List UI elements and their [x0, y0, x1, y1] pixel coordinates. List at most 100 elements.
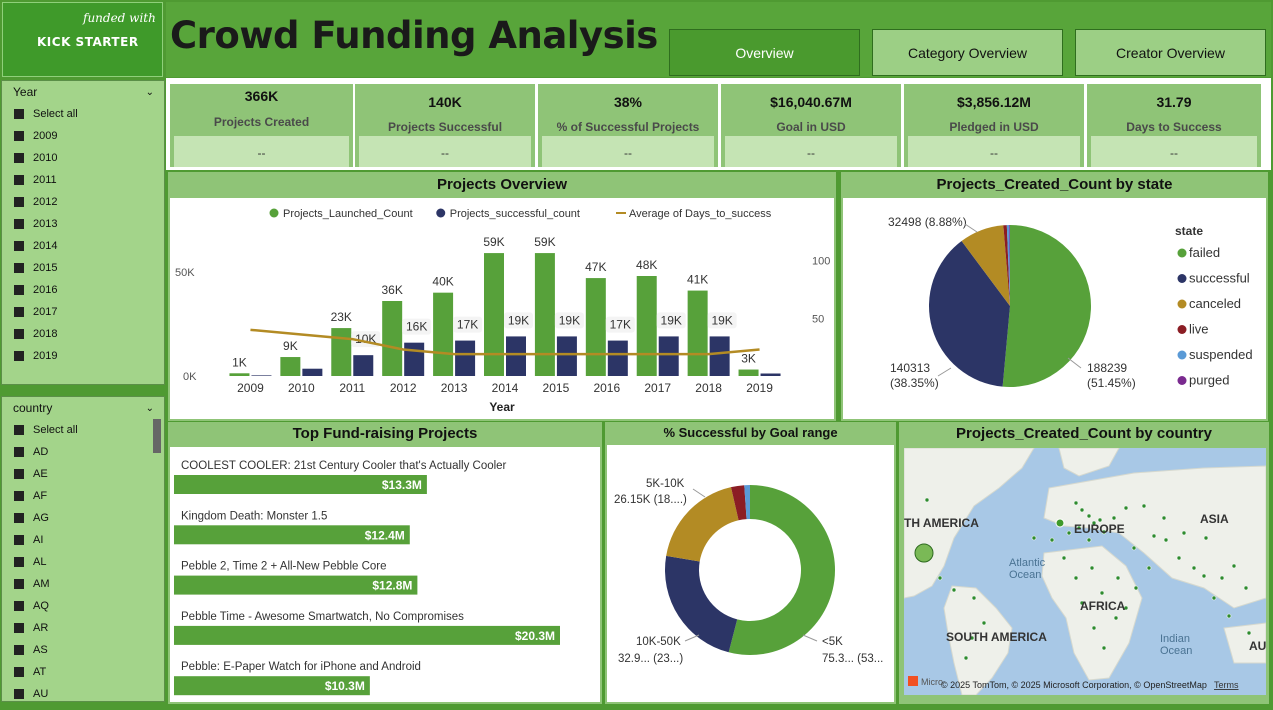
- year-option[interactable]: 2016: [2, 279, 164, 301]
- checkbox-icon[interactable]: [14, 601, 24, 611]
- checkbox-icon[interactable]: [14, 351, 24, 361]
- bar-launched: [229, 373, 250, 376]
- checkbox-icon[interactable]: [14, 285, 24, 295]
- checkbox-icon[interactable]: [14, 535, 24, 545]
- legend-marker: [1177, 325, 1187, 334]
- checkbox-icon[interactable]: [14, 579, 24, 589]
- kpi-card: $16,040.67M Goal in USD --: [721, 84, 901, 167]
- logo-line1: funded with: [83, 11, 156, 25]
- country-option-label: AF: [33, 490, 48, 502]
- country-option[interactable]: AL: [2, 551, 164, 573]
- y-tick-label: 50K: [175, 267, 195, 279]
- country-option-label: AQ: [33, 600, 49, 612]
- checkbox-icon[interactable]: [14, 447, 24, 457]
- country-slicer-scrollbar[interactable]: [153, 419, 161, 453]
- kpi-label: Pledged in USD: [949, 120, 1039, 134]
- country-bubble: [1231, 563, 1237, 569]
- bar-successful: [353, 355, 374, 376]
- country-option[interactable]: AT: [2, 661, 164, 683]
- checkbox-icon[interactable]: [14, 131, 24, 141]
- year-option-label: 2013: [33, 218, 58, 230]
- country-bubble: [1181, 530, 1187, 536]
- bar-successful: [404, 342, 425, 376]
- tab-overview[interactable]: Overview: [669, 29, 860, 76]
- kpi-label: Projects Successful: [387, 120, 503, 134]
- country-bubble: [1031, 535, 1037, 541]
- y2-tick-label: 50: [812, 313, 824, 325]
- checkbox-icon[interactable]: [14, 219, 24, 229]
- country-option[interactable]: AU: [2, 683, 164, 705]
- country-option[interactable]: AI: [2, 529, 164, 551]
- x-tick-label: 2009: [237, 381, 264, 395]
- year-slicer-header[interactable]: Year ⌄: [2, 81, 164, 103]
- donut-label: 10K-50K: [636, 636, 681, 648]
- year-option[interactable]: 2009: [2, 125, 164, 147]
- y2-tick-label: 100: [812, 256, 830, 268]
- checkbox-icon[interactable]: [14, 689, 24, 699]
- country-bubble: [951, 587, 957, 593]
- country-option[interactable]: AQ: [2, 595, 164, 617]
- year-option[interactable]: 2018: [2, 323, 164, 345]
- donut-label: 32.9... (23...): [618, 653, 683, 665]
- leader-line: [802, 634, 818, 642]
- donut-label: <5K: [822, 636, 843, 648]
- country-bubble: [1091, 625, 1097, 631]
- country-option[interactable]: AR: [2, 617, 164, 639]
- chevron-down-icon[interactable]: ⌄: [146, 87, 154, 98]
- leader-line: [1067, 357, 1082, 369]
- checkbox-icon[interactable]: [14, 667, 24, 677]
- checkbox-icon[interactable]: [14, 329, 24, 339]
- year-option[interactable]: 2012: [2, 191, 164, 213]
- year-option[interactable]: 2010: [2, 147, 164, 169]
- checkbox-icon[interactable]: [14, 109, 24, 119]
- checkbox-icon[interactable]: [14, 513, 24, 523]
- country-option[interactable]: AS: [2, 639, 164, 661]
- data-label: 19K: [661, 313, 682, 327]
- country-map[interactable]: TH AMERICA EUROPEASIAAtlanticOceanAFRICAS…: [904, 448, 1266, 695]
- checkbox-icon[interactable]: [14, 241, 24, 251]
- country-option[interactable]: AM: [2, 573, 164, 595]
- country-slicer-header[interactable]: country ⌄: [2, 397, 164, 419]
- country-map-title: Projects_Created_Count by country: [899, 422, 1269, 446]
- country-option[interactable]: AF: [2, 485, 164, 507]
- chevron-down-icon[interactable]: ⌄: [146, 403, 154, 414]
- map-terms-link[interactable]: Terms: [1214, 680, 1239, 690]
- country-option[interactable]: AE: [2, 463, 164, 485]
- country-option-label: AM: [33, 578, 50, 590]
- checkbox-icon[interactable]: [14, 153, 24, 163]
- bar-successful: [709, 336, 730, 376]
- bar-successful: [506, 336, 526, 376]
- country-bubble: [1133, 585, 1139, 591]
- country-bubble: [1131, 545, 1137, 551]
- country-slicer-title: country: [13, 401, 53, 415]
- bar-launched: [433, 292, 454, 376]
- year-option[interactable]: 2014: [2, 235, 164, 257]
- year-option[interactable]: 2017: [2, 301, 164, 323]
- checkbox-icon[interactable]: [14, 645, 24, 655]
- legend-marker: [436, 208, 446, 218]
- country-option[interactable]: Select all: [2, 419, 164, 441]
- tab-category-overview[interactable]: Category Overview: [872, 29, 1063, 76]
- checkbox-icon[interactable]: [14, 263, 24, 273]
- country-bubble: [937, 575, 943, 581]
- checkbox-icon[interactable]: [14, 491, 24, 501]
- year-option[interactable]: 2013: [2, 213, 164, 235]
- data-label: 48K: [636, 258, 657, 272]
- checkbox-icon[interactable]: [14, 425, 24, 435]
- country-option[interactable]: AG: [2, 507, 164, 529]
- country-bubble: [1115, 575, 1121, 581]
- year-option[interactable]: 2019: [2, 345, 164, 367]
- year-option[interactable]: 2015: [2, 257, 164, 279]
- checkbox-icon[interactable]: [14, 557, 24, 567]
- data-label: 3K: [741, 352, 756, 366]
- country-option[interactable]: AD: [2, 441, 164, 463]
- checkbox-icon[interactable]: [14, 307, 24, 317]
- checkbox-icon[interactable]: [14, 175, 24, 185]
- checkbox-icon[interactable]: [14, 197, 24, 207]
- tab-creator-overview[interactable]: Creator Overview: [1075, 29, 1266, 76]
- year-option[interactable]: 2011: [2, 169, 164, 191]
- year-option[interactable]: Select all: [2, 103, 164, 125]
- checkbox-icon[interactable]: [14, 469, 24, 479]
- checkbox-icon[interactable]: [14, 623, 24, 633]
- country-bubble: [1113, 615, 1119, 621]
